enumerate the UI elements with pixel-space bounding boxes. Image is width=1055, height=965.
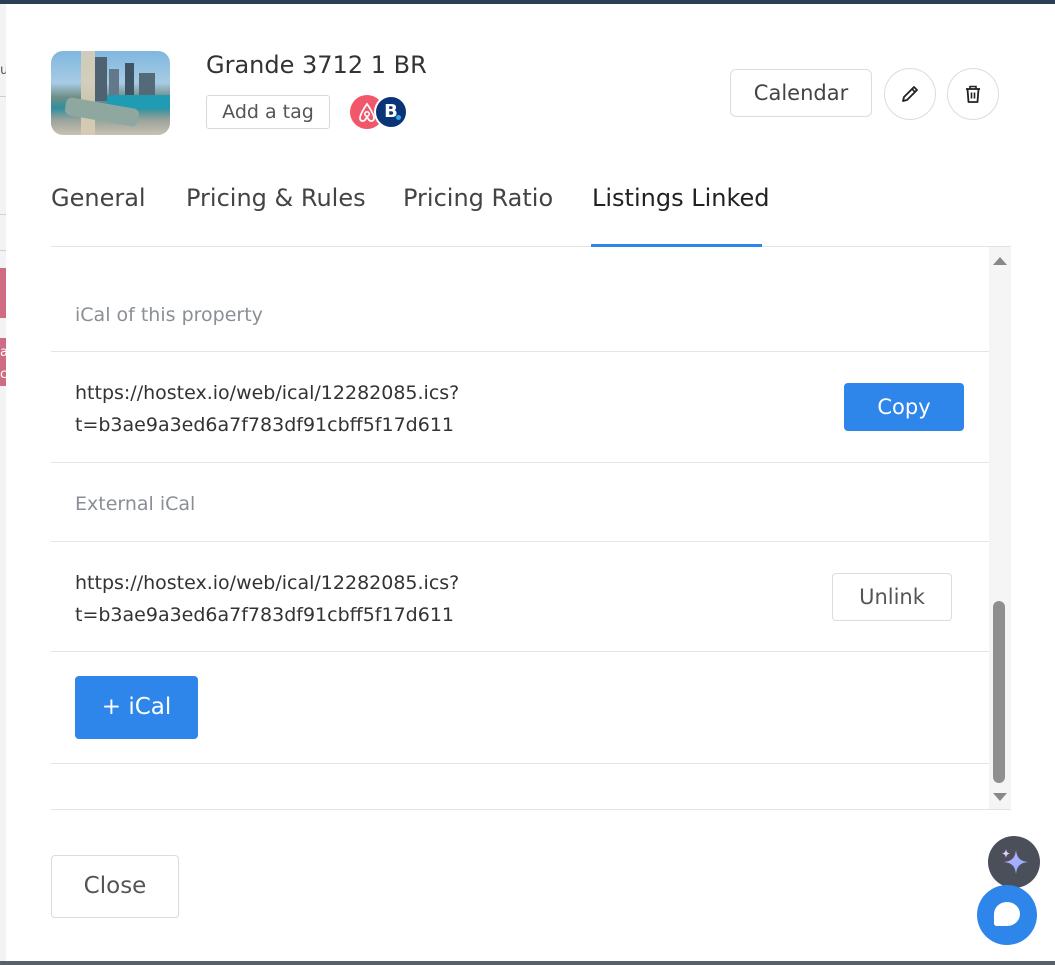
external-ical-url-line2: t=b3ae9a3ed6a7f783df91cbff5f17d611 — [75, 604, 454, 626]
row-divider — [51, 651, 989, 652]
scrollbar-thumb[interactable] — [993, 601, 1005, 783]
property-modal: Grande 3712 1 BR Add a tag B Calendar Ge… — [6, 4, 1055, 961]
property-thumbnail[interactable] — [51, 51, 170, 135]
ical-property-url-line1: https://hostex.io/web/ical/12282085.ics? — [75, 382, 460, 404]
close-button[interactable]: Close — [51, 855, 179, 918]
row-divider — [51, 541, 989, 542]
external-ical-url-line1: https://hostex.io/web/ical/12282085.ics? — [75, 572, 460, 594]
external-ical-label: External iCal — [75, 493, 196, 515]
ai-assistant-button[interactable] — [988, 836, 1040, 888]
tab-pricing-rules[interactable]: Pricing & Rules — [186, 184, 366, 212]
chat-bubble-icon — [994, 902, 1020, 926]
copy-button[interactable]: Copy — [844, 383, 964, 431]
add-ical-button[interactable]: + iCal — [75, 676, 198, 739]
scroll-up-arrow-icon[interactable] — [993, 257, 1007, 265]
ical-property-label: iCal of this property — [75, 304, 263, 326]
booking-icon[interactable]: B — [374, 95, 408, 129]
chat-button[interactable] — [977, 885, 1037, 945]
trash-icon — [966, 85, 980, 103]
row-divider — [51, 462, 989, 463]
ical-property-url-line2: t=b3ae9a3ed6a7f783df91cbff5f17d611 — [75, 414, 454, 436]
window-bottom-bar — [0, 961, 1055, 965]
tab-pricing-ratio[interactable]: Pricing Ratio — [403, 184, 553, 212]
panel-scrollbar[interactable] — [989, 247, 1011, 809]
tab-listings-linked[interactable]: Listings Linked — [592, 184, 770, 212]
tab-general[interactable]: General — [51, 184, 146, 212]
pencil-icon — [902, 86, 918, 102]
scroll-down-arrow-icon[interactable] — [993, 793, 1007, 801]
calendar-button[interactable]: Calendar — [730, 69, 872, 117]
sparkle-icon — [1002, 849, 1028, 874]
footer-divider — [51, 809, 1011, 810]
delete-button[interactable] — [947, 68, 999, 120]
unlink-button[interactable]: Unlink — [832, 573, 952, 621]
edit-button[interactable] — [884, 68, 936, 120]
listings-linked-panel: iCal of this property https://hostex.io/… — [51, 247, 1011, 809]
add-tag-button[interactable]: Add a tag — [206, 95, 330, 129]
row-divider — [51, 351, 989, 352]
row-divider — [51, 763, 989, 764]
property-title: Grande 3712 1 BR — [206, 51, 427, 79]
